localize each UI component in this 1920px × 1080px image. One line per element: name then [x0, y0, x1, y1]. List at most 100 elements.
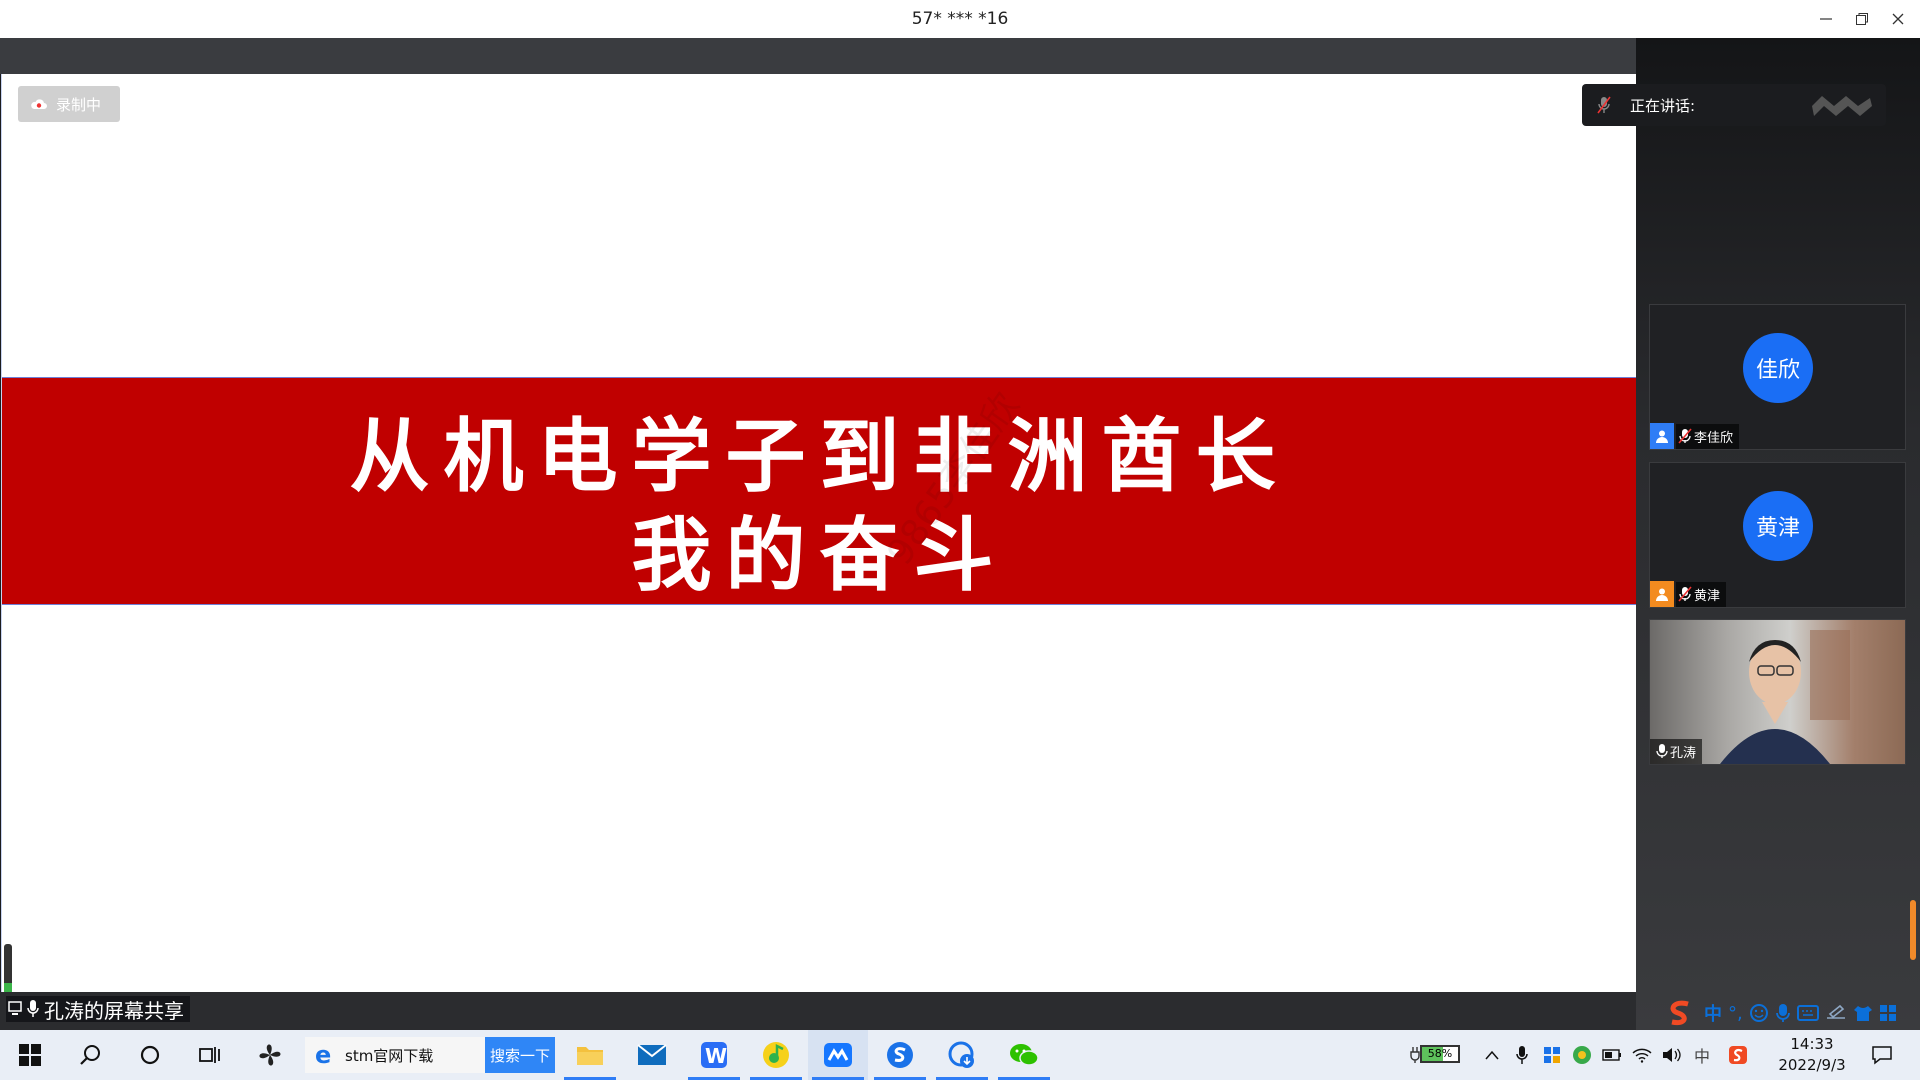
start-button[interactable]	[6, 1030, 54, 1080]
window-title: 57* *** *16	[911, 9, 1009, 29]
slide-title-line-2: 我的奋斗	[631, 508, 1008, 602]
battery-icon	[1602, 1049, 1621, 1061]
taskbar-clock[interactable]: 14:33 2022/9/3	[1752, 1034, 1872, 1076]
participant-nametag: 李佳欣	[1650, 423, 1740, 449]
app-wps[interactable]: W	[684, 1030, 744, 1080]
shared-slide: 录制中 从机电学子到非洲酋长 我的奋斗 9865李佳欣	[1, 74, 1637, 992]
restore-button[interactable]	[1844, 0, 1880, 38]
skin-icon[interactable]	[1853, 1004, 1873, 1022]
voice-input-icon[interactable]	[1775, 1003, 1791, 1023]
keyboard-icon[interactable]	[1796, 1005, 1819, 1021]
clock-time: 14:33	[1790, 1035, 1834, 1053]
taskbar: e stm官网下载 搜索一下 W 58% 中 14:33 2022/9/3	[0, 1030, 1920, 1080]
tray-sogou[interactable]	[1726, 1030, 1750, 1080]
cortana-icon	[140, 1045, 160, 1065]
cloud-record-icon	[31, 99, 47, 109]
panel-scrollbar[interactable]	[1910, 900, 1916, 960]
task-view-icon	[199, 1047, 220, 1063]
mic-muted-icon	[1678, 428, 1692, 444]
svg-text:e: e	[315, 1043, 331, 1067]
app-sogou-browser[interactable]	[870, 1030, 930, 1080]
wifi-icon	[1632, 1048, 1652, 1063]
mic-icon	[1656, 744, 1668, 758]
battery-percent: 58%	[1427, 1047, 1453, 1060]
tray-mic[interactable]	[1510, 1030, 1534, 1080]
chevron-up-icon	[1485, 1050, 1499, 1060]
ime-mode[interactable]: 中	[1704, 1000, 1722, 1026]
app-wechat[interactable]	[994, 1030, 1054, 1080]
tray-ime-indicator[interactable]: 中	[1690, 1030, 1714, 1080]
ime-toolbar[interactable]: 中 °,	[1664, 998, 1897, 1028]
tray-volume[interactable]	[1660, 1030, 1684, 1080]
close-button[interactable]	[1880, 0, 1916, 38]
app-grid-icon	[1544, 1047, 1560, 1063]
restore-icon	[1856, 13, 1868, 25]
search-submit-button[interactable]: 搜索一下	[485, 1037, 555, 1073]
qq-music-icon	[763, 1042, 789, 1068]
tencent-meeting-icon	[824, 1043, 852, 1067]
participant-nametag: 孔涛	[1650, 738, 1703, 764]
svg-text:W: W	[705, 1044, 727, 1068]
app-browser-download[interactable]	[932, 1030, 992, 1080]
security-icon	[1573, 1046, 1591, 1064]
sogou-logo-icon	[1670, 1000, 1689, 1026]
folder-icon	[577, 1047, 603, 1065]
app-tencent-meeting[interactable]	[808, 1030, 868, 1080]
action-center-button[interactable]	[1862, 1030, 1902, 1080]
speaking-indicator: 正在讲话:	[1582, 84, 1886, 126]
show-hidden-icons-button[interactable]	[1480, 1030, 1504, 1080]
tray-battery[interactable]	[1600, 1030, 1624, 1080]
mic-muted-icon	[1597, 96, 1611, 114]
host-user-icon	[1650, 581, 1674, 607]
title-bar: 57* *** *16	[0, 0, 1920, 38]
cortana-button[interactable]	[126, 1030, 174, 1080]
speaking-label: 正在讲话:	[1630, 96, 1696, 115]
avatar: 佳欣	[1743, 333, 1813, 403]
speaker-avatars-icon	[1812, 96, 1872, 116]
handwriting-icon[interactable]	[1825, 1004, 1847, 1022]
pinwheel-icon	[259, 1044, 281, 1066]
recording-label: 录制中	[56, 95, 102, 114]
app-mail[interactable]	[622, 1030, 682, 1080]
taskbar-search-box[interactable]: e stm官网下载	[305, 1037, 485, 1073]
app-file-explorer[interactable]	[560, 1030, 620, 1080]
participant-name: 李佳欣	[1694, 430, 1734, 446]
minimize-icon	[1820, 18, 1832, 20]
volume-icon	[1663, 1048, 1681, 1062]
user-icon	[1650, 423, 1674, 449]
search-text: stm官网下载	[345, 1046, 434, 1065]
power-plug-icon	[1410, 1047, 1420, 1063]
participant-tile-lijiaxin[interactable]: 佳欣 李佳欣	[1649, 304, 1906, 450]
tray-security[interactable]	[1570, 1030, 1594, 1080]
minimize-button[interactable]	[1808, 0, 1844, 38]
clock-date: 2022/9/3	[1778, 1056, 1846, 1074]
emoji-icon[interactable]	[1749, 1003, 1769, 1023]
participant-tile-huangjin[interactable]: 黄津 黄津	[1649, 462, 1906, 608]
toolbox-icon[interactable]	[1879, 1004, 1897, 1022]
windows-icon	[19, 1044, 41, 1066]
ime-punct[interactable]: °,	[1728, 1003, 1743, 1024]
recording-indicator[interactable]: 录制中	[18, 86, 120, 122]
participant-name: 黄津	[1694, 588, 1721, 604]
battery-indicator[interactable]: 58%	[1420, 1045, 1460, 1063]
browser-download-icon	[948, 1041, 974, 1068]
notification-icon	[1872, 1046, 1892, 1065]
tray-app-grid[interactable]	[1540, 1030, 1564, 1080]
sogou-ime-icon	[1729, 1046, 1747, 1064]
participant-name: 孔涛	[1670, 745, 1697, 761]
mic-icon	[27, 1000, 39, 1017]
app-qq-music[interactable]	[746, 1030, 806, 1080]
title-banner: 从机电学子到非洲酋长 我的奋斗	[2, 377, 1637, 605]
search-icon	[80, 1045, 100, 1065]
mic-icon	[1516, 1046, 1528, 1064]
mic-muted-icon	[1678, 586, 1692, 602]
wechat-icon	[1010, 1044, 1039, 1066]
tray-wifi[interactable]	[1630, 1030, 1654, 1080]
app-pinwheel[interactable]	[246, 1030, 294, 1080]
sogou-browser-icon	[887, 1042, 913, 1068]
mail-icon	[637, 1044, 667, 1065]
close-icon	[1892, 13, 1904, 25]
task-view-button[interactable]	[186, 1030, 234, 1080]
participant-tile-kongtao[interactable]: 孔涛	[1649, 619, 1906, 765]
search-button[interactable]	[66, 1030, 114, 1080]
